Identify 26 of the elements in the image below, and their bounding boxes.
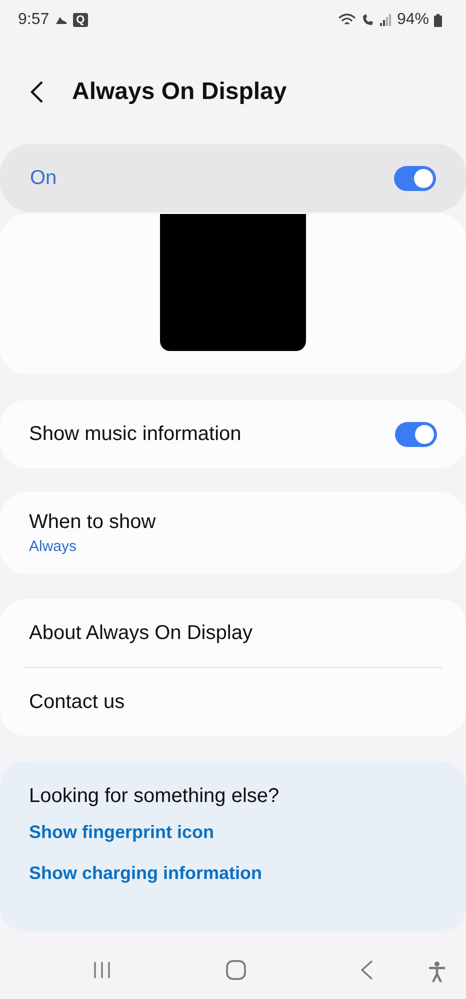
suggestions-title: Looking for something else?: [29, 785, 280, 808]
battery-icon: [434, 14, 442, 26]
suggestion-link[interactable]: Show charging information: [29, 863, 262, 884]
back-icon[interactable]: [30, 80, 44, 104]
app-badge: Q: [73, 13, 88, 27]
battery-level: 94%: [396, 11, 429, 29]
setting-label: When to show: [29, 511, 156, 534]
call-icon: [360, 13, 375, 27]
setting-item[interactable]: Show music information: [0, 400, 466, 468]
menu-item[interactable]: About Always On Display: [24, 599, 442, 667]
setting-value: Always: [29, 538, 78, 555]
accessibility-icon[interactable]: [428, 961, 446, 983]
recent-apps-icon[interactable]: [92, 961, 112, 979]
toggle-switch[interactable]: [395, 422, 437, 446]
wifi-icon: [338, 13, 356, 27]
master-switch-bar[interactable]: On: [0, 144, 466, 212]
home-icon[interactable]: [226, 960, 246, 980]
setting-label: Show music information: [29, 422, 242, 446]
clock: 9:57: [18, 11, 50, 29]
signal-icon: [380, 14, 392, 26]
switch-label: On: [30, 166, 57, 190]
toggle-switch[interactable]: [394, 166, 436, 190]
setting-item[interactable]: When to show Always: [0, 492, 466, 574]
menu-item[interactable]: Contact us: [24, 668, 442, 736]
suggestion-link[interactable]: Show fingerprint icon: [29, 822, 214, 843]
page-title: Always On Display: [72, 78, 287, 106]
